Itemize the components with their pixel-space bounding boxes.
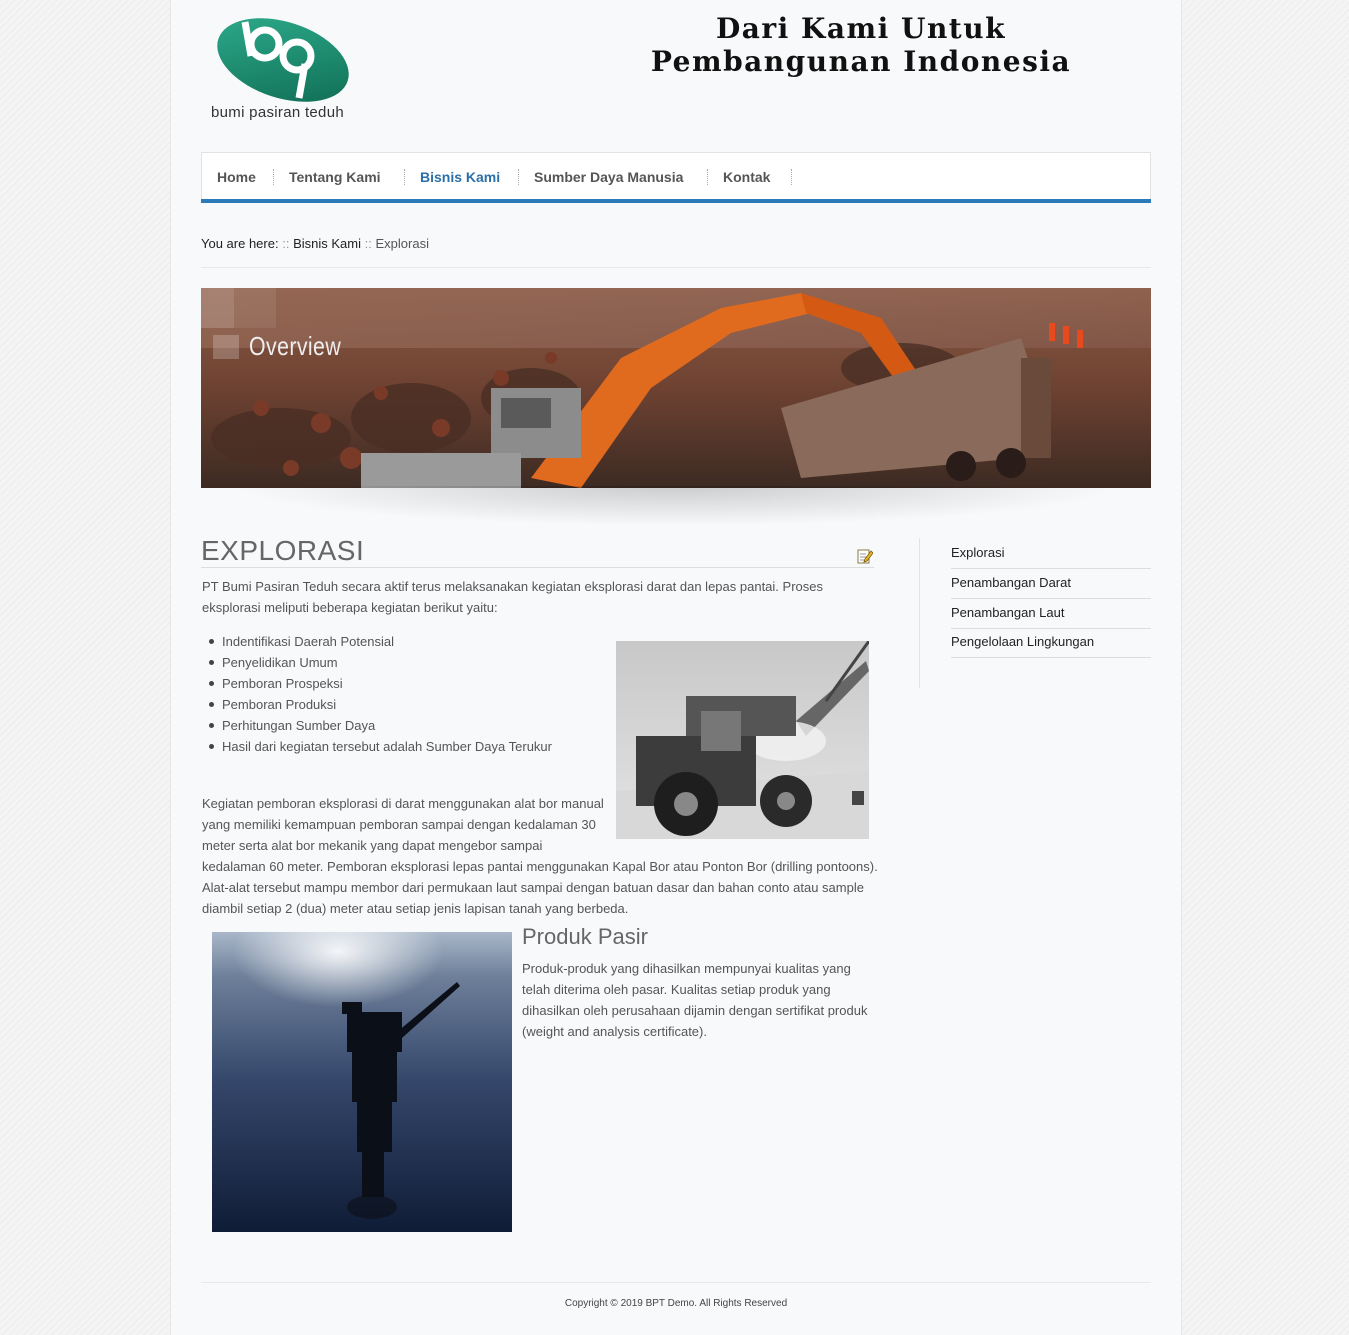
sidebar-divider: [919, 538, 920, 688]
list-item: Indentifikasi Daerah Potensial: [209, 631, 552, 652]
article-paragraph: Kegiatan pemboran eksplorasi di darat me…: [202, 793, 882, 919]
list-item: Hasil dari kegiatan tersebut adalah Sumb…: [209, 736, 552, 757]
breadcrumb-link-bisnis-kami[interactable]: Bisnis Kami: [293, 236, 361, 251]
exploration-steps-list: Indentifikasi Daerah Potensial Penyelidi…: [209, 631, 552, 757]
footer-divider: [201, 1282, 1151, 1283]
divider: [201, 267, 1151, 268]
edit-icon[interactable]: [857, 548, 874, 564]
article-title: EXPLORASI: [201, 535, 365, 566]
nav-home[interactable]: Home: [217, 169, 256, 185]
offshore-platform-photo: [212, 932, 512, 1232]
nav-separator: [404, 169, 405, 185]
logo-mark-icon: [217, 18, 349, 102]
copyright-text: Copyright © 2019 BPT Demo. All Rights Re…: [564, 1298, 788, 1309]
nav-accent-bar: [201, 199, 1151, 203]
paragraph-part-b: kedalaman 60 meter. Pemboran eksplorasi …: [202, 859, 878, 916]
banner-shadow: [231, 486, 1121, 526]
article-intro: PT Bumi Pasiran Teduh secara aktif terus…: [202, 579, 823, 615]
sidebar-item-pengelolaan-lingkungan[interactable]: Pengelolaan Lingkungan: [951, 628, 1151, 658]
breadcrumb-current: Explorasi: [375, 236, 429, 251]
paragraph-part-a: Kegiatan pemboran eksplorasi di darat me…: [202, 796, 604, 853]
breadcrumb: You are here: :: Bisnis Kami :: Exploras…: [201, 236, 429, 251]
nav-separator: [273, 169, 274, 185]
logo-text: bumi pasiran teduh: [211, 104, 344, 121]
product-title: Produk Pasir: [522, 924, 648, 949]
sidebar-item-penambangan-laut[interactable]: Penambangan Laut: [951, 599, 1151, 629]
sidebar-item-explorasi[interactable]: Explorasi: [951, 539, 1151, 569]
nav-separator: [518, 169, 519, 185]
title-underline: [201, 567, 874, 568]
list-item: Pemboran Produksi: [209, 694, 552, 715]
nav-separator: [791, 169, 792, 185]
sidebar-item-penambangan-darat[interactable]: Penambangan Darat: [951, 569, 1151, 599]
product-text: Produk-produk yang dihasilkan mempunyai …: [522, 961, 868, 1039]
slogan-line-2: Pembangunan Indonesia: [650, 45, 1072, 78]
overview-banner-image: Overview: [201, 288, 1151, 488]
nav-kontak[interactable]: Kontak: [723, 169, 770, 185]
breadcrumb-separator: ::: [282, 236, 290, 251]
slogan-line-1: Dari Kami Untuk: [715, 12, 1007, 45]
list-item: Pemboran Prospeksi: [209, 673, 552, 694]
main-nav: Home Tentang Kami Bisnis Kami Sumber Day…: [201, 152, 1151, 200]
mining-excavator-image: [201, 288, 1151, 488]
nav-bisnis-kami[interactable]: Bisnis Kami: [420, 169, 500, 185]
list-item: Penyelidikan Umum: [209, 652, 552, 673]
nav-sumber-daya-manusia[interactable]: Sumber Daya Manusia: [534, 169, 683, 185]
header-slogan: Dari Kami Untuk Pembangunan Indonesia: [591, 12, 1131, 78]
breadcrumb-prefix: You are here:: [201, 236, 279, 251]
list-item: Perhitungan Sumber Daya: [209, 715, 552, 736]
nav-separator: [707, 169, 708, 185]
banner-label: Overview: [249, 331, 342, 361]
nav-tentang-kami[interactable]: Tentang Kami: [289, 169, 381, 185]
page-wrapper: bumi pasiran teduh Dari Kami Untuk Pemba…: [170, 0, 1182, 1335]
breadcrumb-separator: ::: [364, 236, 372, 251]
